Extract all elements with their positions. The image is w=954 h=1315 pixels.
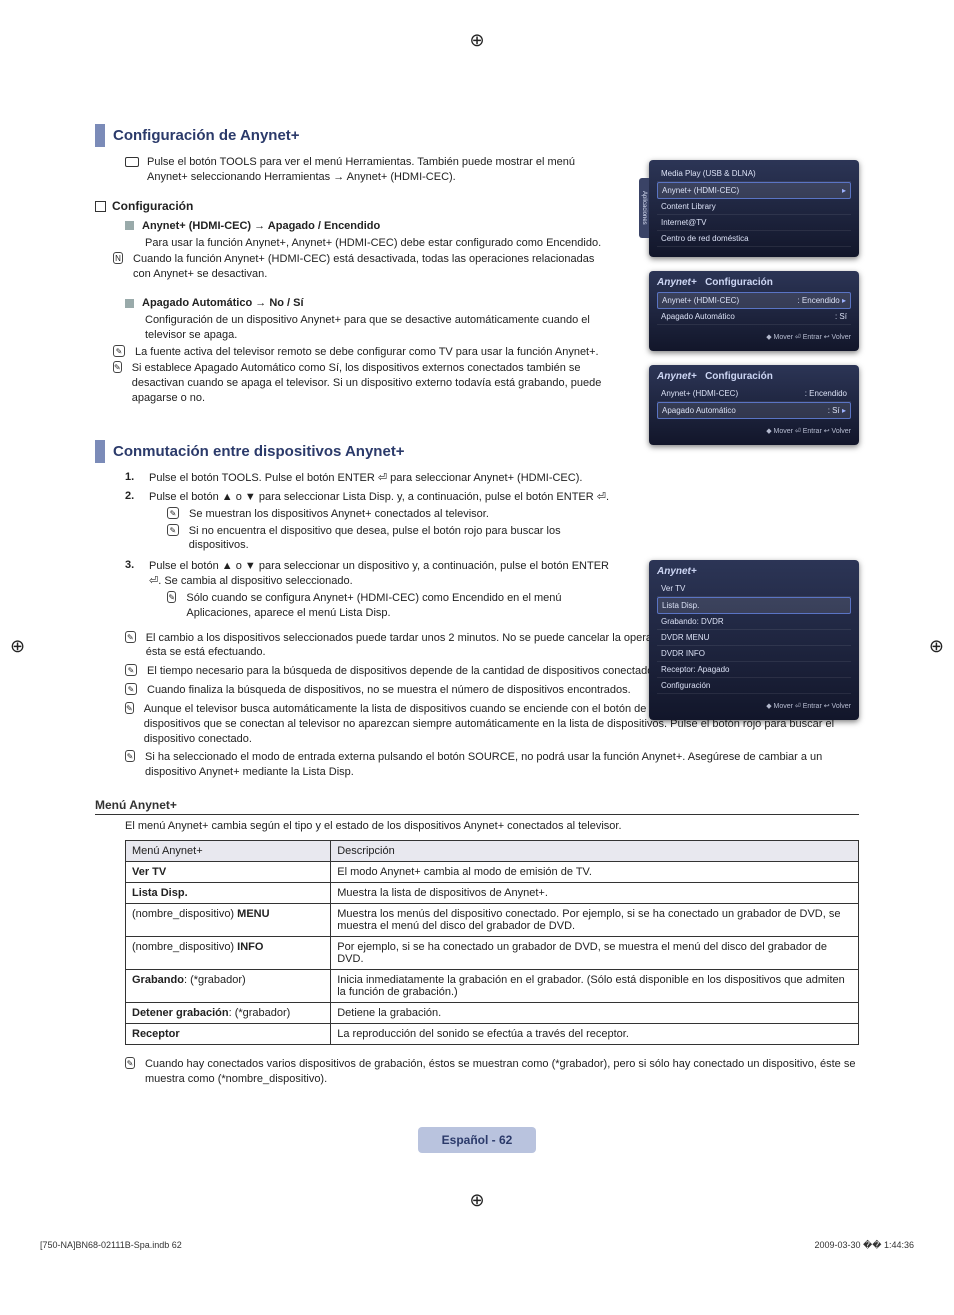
note-icon: ✎ <box>113 361 122 373</box>
step-num-3: 3. <box>125 559 141 622</box>
after2: El tiempo necesario para la búsqueda de … <box>147 664 662 679</box>
note-icon: ✎ <box>167 591 176 603</box>
ui3-brand: Anynet+ <box>657 566 851 577</box>
ui3-item: Ver TV <box>657 581 851 597</box>
table-cell-value: Detiene la grabación. <box>331 1003 859 1024</box>
tools-icon <box>125 157 139 167</box>
ui3-footer: ◆ Mover ⏎ Entrar ↩ Volver <box>657 702 851 710</box>
table-row: Ver TVEl modo Anynet+ cambia al modo de … <box>126 862 859 883</box>
crop-mark-bottom: ⊕ <box>469 1190 484 1211</box>
crop-mark-left: ⊕ <box>10 636 25 657</box>
table-col2-header: Descripción <box>331 841 859 862</box>
note-icon: ✎ <box>125 702 134 714</box>
note-icon: ✎ <box>125 664 137 676</box>
note-icon: ✎ <box>167 524 179 536</box>
table-cell-key: Grabando: (*grabador) <box>126 970 331 1003</box>
section2-title: Conmutación entre dispositivos Anynet+ <box>95 440 615 463</box>
note-icon: ✎ <box>125 683 137 695</box>
table-row: Grabando: (*grabador)Inicia inmediatamen… <box>126 970 859 1003</box>
ui1-item: Media Play (USB & DLNA) <box>657 166 851 182</box>
step2-body: Pulse el botón ▲ o ▼ para seleccionar Li… <box>149 490 615 505</box>
item2-body: Configuración de un dispositivo Anynet+ … <box>145 313 615 343</box>
item2-note2: Si establece Apagado Automático como Sí,… <box>132 361 615 406</box>
note-icon: ✎ <box>125 631 136 643</box>
item1-note: Cuando la función Anynet+ (HDMI-CEC) est… <box>133 252 615 282</box>
ui-apps-panel: Aplicaciones Media Play (USB & DLNA) Any… <box>649 160 859 257</box>
table-col1-header: Menú Anynet+ <box>126 841 331 862</box>
table-cell-value: Muestra la lista de dispositivos de Anyn… <box>331 883 859 904</box>
after5: Si ha seleccionado el modo de entrada ex… <box>145 750 859 780</box>
ui2-title: Configuración <box>705 277 773 288</box>
ui2b-row1: Anynet+ (HDMI-CEC): Encendido <box>657 386 851 402</box>
table-row: ReceptorLa reproducción del sonido se ef… <box>126 1024 859 1045</box>
ui2b-title: Configuración <box>705 371 773 382</box>
table-cell-value: Por ejemplo, si se ha conectado un graba… <box>331 937 859 970</box>
ui1-item: Content Library <box>657 199 851 215</box>
table-cell-key: Lista Disp. <box>126 883 331 904</box>
ui1-sidebar-tab: Aplicaciones <box>639 178 649 238</box>
item1-title: Anynet+ (HDMI-CEC) → Apagado / Encendido <box>125 219 615 234</box>
table-cell-value: La reproducción del sonido se efectúa a … <box>331 1024 859 1045</box>
config-subheading: Configuración <box>95 199 615 213</box>
section1-title: Configuración de Anynet+ <box>95 124 615 147</box>
table-cell-value: Muestra los menús del dispositivo conect… <box>331 904 859 937</box>
step3-n1: Sólo cuando se configura Anynet+ (HDMI-C… <box>186 591 615 621</box>
step3-body: Pulse el botón ▲ o ▼ para seleccionar un… <box>149 559 615 589</box>
table-cell-key: (nombre_dispositivo) MENU <box>126 904 331 937</box>
ui3-item: DVDR MENU <box>657 630 851 646</box>
ui3-item: DVDR INFO <box>657 646 851 662</box>
table-row: Detener grabación: (*grabador)Detiene la… <box>126 1003 859 1024</box>
table-cell-value: El modo Anynet+ cambia al modo de emisió… <box>331 862 859 883</box>
ui1-item: Centro de red doméstica <box>657 231 851 247</box>
table-row: Lista Disp.Muestra la lista de dispositi… <box>126 883 859 904</box>
config-label: Configuración <box>112 199 193 213</box>
step-num-1: 1. <box>125 471 141 486</box>
ui2b-row2: Apagado Automático: Sí ▸ <box>657 402 851 419</box>
page-number-pill: Español - 62 <box>418 1127 537 1153</box>
table-row: (nombre_dispositivo) MENUMuestra los men… <box>126 904 859 937</box>
menu-footnote: Cuando hay conectados varios dispositivo… <box>145 1057 859 1087</box>
table-cell-key: (nombre_dispositivo) INFO <box>126 937 331 970</box>
table-cell-key: Detener grabación: (*grabador) <box>126 1003 331 1024</box>
note-icon: ✎ <box>113 345 125 357</box>
ui2-footer: ◆ Mover ⏎ Entrar ↩ Volver <box>657 333 851 341</box>
ui2-brand: Anynet+ <box>657 277 697 288</box>
ui3-item: Receptor: Apagado <box>657 662 851 678</box>
step1-body: Pulse el botón TOOLS. Pulse el botón ENT… <box>149 471 615 486</box>
item2-note1: La fuente activa del televisor remoto se… <box>135 345 599 360</box>
ui1-item-selected: Anynet+ (HDMI-CEC)▸ <box>657 182 851 199</box>
step-num-2: 2. <box>125 490 141 555</box>
anynet-menu-table: Menú Anynet+ Descripción Ver TVEl modo A… <box>125 840 859 1045</box>
menu-heading: Menú Anynet+ <box>95 798 859 815</box>
ui3-item-selected: Lista Disp. <box>657 597 851 614</box>
note-icon: ✎ <box>125 750 135 762</box>
ui1-item: Internet@TV <box>657 215 851 231</box>
doc-footer-right: 2009-03-30 �� 1:44:36 <box>814 1240 914 1251</box>
section1-intro: Pulse el botón TOOLS para ver el menú He… <box>147 155 615 185</box>
step2-n2: Si no encuentra el dispositivo que desea… <box>189 524 615 554</box>
note-icon: N <box>113 252 123 264</box>
ui-device-list-panel: Anynet+ Ver TV Lista Disp. Grabando: DVD… <box>649 560 859 720</box>
ui2-row2: Apagado Automático: Sí <box>657 309 851 325</box>
menu-intro: El menú Anynet+ cambia según el tipo y e… <box>125 819 859 834</box>
ui2b-brand: Anynet+ <box>657 371 697 382</box>
item2-title: Apagado Automático → No / Sí <box>125 296 615 311</box>
ui-config-panel-2: Anynet+ Configuración Anynet+ (HDMI-CEC)… <box>649 365 859 445</box>
table-row: (nombre_dispositivo) INFOPor ejemplo, si… <box>126 937 859 970</box>
step2-n1: Se muestran los dispositivos Anynet+ con… <box>189 507 489 522</box>
ui-config-panel-1: Anynet+ Configuración Anynet+ (HDMI-CEC)… <box>649 271 859 351</box>
doc-footer-left: [750-NA]BN68-02111B-Spa.indb 62 <box>40 1240 182 1251</box>
table-cell-value: Inicia inmediatamente la grabación en el… <box>331 970 859 1003</box>
table-cell-key: Ver TV <box>126 862 331 883</box>
ui2-row1: Anynet+ (HDMI-CEC): Encendido ▸ <box>657 292 851 309</box>
ui3-item: Configuración <box>657 678 851 694</box>
crop-mark-right: ⊕ <box>929 636 944 657</box>
ui3-item: Grabando: DVDR <box>657 614 851 630</box>
after3: Cuando finaliza la búsqueda de dispositi… <box>147 683 631 698</box>
table-cell-key: Receptor <box>126 1024 331 1045</box>
note-icon: ✎ <box>167 507 179 519</box>
note-icon: ✎ <box>125 1057 135 1069</box>
ui2b-footer: ◆ Mover ⏎ Entrar ↩ Volver <box>657 427 851 435</box>
item1-body: Para usar la función Anynet+, Anynet+ (H… <box>145 236 615 251</box>
